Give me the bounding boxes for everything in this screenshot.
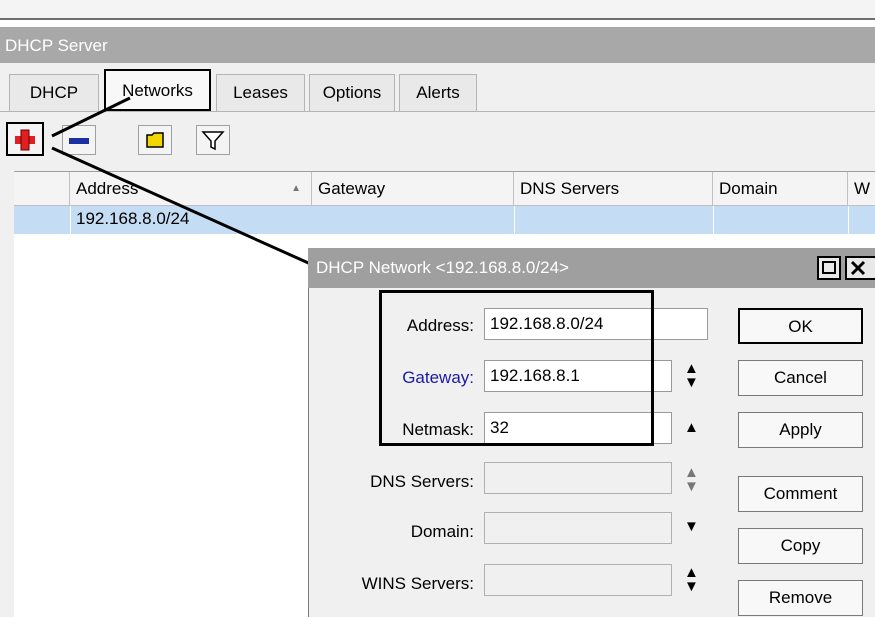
comment-button-dialog[interactable]: Comment: [738, 476, 863, 512]
copy-button[interactable]: Copy: [738, 528, 863, 564]
maximize-icon: [822, 261, 836, 274]
wins-servers-updown-icon[interactable]: ▲ ▼: [684, 565, 699, 594]
dialog-title: DHCP Network <192.168.8.0/24>: [316, 258, 569, 277]
close-icon: [850, 260, 866, 276]
dns-servers-label: DNS Servers:: [370, 472, 474, 491]
dns-servers-field[interactable]: [484, 462, 672, 494]
wins-servers-label: WINS Servers:: [361, 574, 474, 593]
maximize-button[interactable]: [817, 256, 841, 280]
domain-dropdown-icon[interactable]: ▼: [684, 518, 699, 535]
netmask-up-icon[interactable]: ▲: [684, 419, 699, 436]
dialog-titlebar[interactable]: DHCP Network <192.168.8.0/24>: [308, 248, 875, 288]
wins-servers-field[interactable]: [484, 564, 672, 596]
annotation-highlight-box: [379, 290, 654, 446]
domain-field[interactable]: [484, 512, 672, 544]
gateway-updown-icon[interactable]: ▲ ▼: [684, 361, 699, 390]
close-button[interactable]: [845, 256, 875, 280]
cancel-button[interactable]: Cancel: [738, 360, 863, 396]
apply-button[interactable]: Apply: [738, 412, 863, 448]
domain-label: Domain:: [410, 522, 474, 541]
dns-servers-updown-icon[interactable]: ▲ ▼: [684, 465, 699, 494]
ok-button[interactable]: OK: [738, 308, 863, 344]
remove-button-dialog[interactable]: Remove: [738, 580, 863, 616]
